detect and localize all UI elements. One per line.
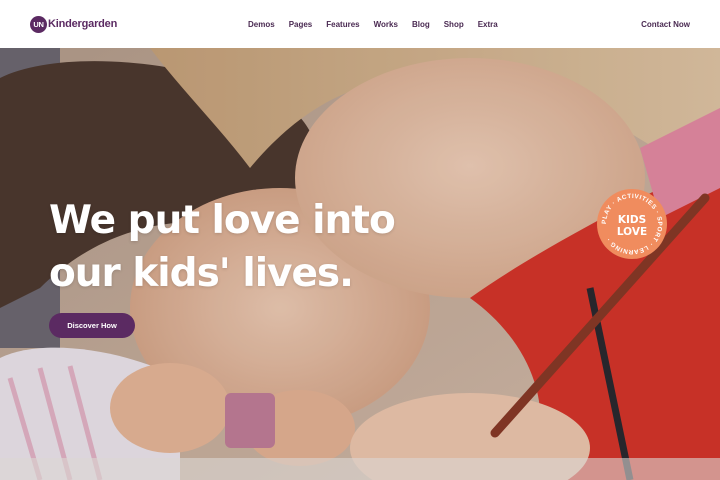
hero-section: We put love into our kids' lives. Discov… xyxy=(0,48,720,480)
site-logo[interactable]: UN Kindergarden xyxy=(30,15,118,33)
page: UN Kindergarden Demos Pages Features Wor… xyxy=(0,0,720,480)
discover-how-button[interactable]: Discover How xyxy=(49,313,135,338)
hero-title: We put love into our kids' lives. xyxy=(49,194,396,300)
logo-badge: UN xyxy=(30,15,47,33)
sticker-line-1: KIDS xyxy=(618,214,646,226)
nav-item-blog[interactable]: Blog xyxy=(412,20,430,29)
nav-item-features[interactable]: Features xyxy=(326,20,359,29)
hero-title-line-2: our kids' lives. xyxy=(49,251,354,296)
site-header: UN Kindergarden Demos Pages Features Wor… xyxy=(0,0,720,48)
nav-item-pages[interactable]: Pages xyxy=(289,20,313,29)
nav-item-demos[interactable]: Demos xyxy=(248,20,275,29)
hero-title-line-1: We put love into xyxy=(49,198,396,243)
nav-item-extra[interactable]: Extra xyxy=(478,20,498,29)
nav-item-shop[interactable]: Shop xyxy=(444,20,464,29)
sticker-line-2: LOVE xyxy=(617,226,647,238)
contact-now-link[interactable]: Contact Now xyxy=(641,0,690,48)
nav-item-works[interactable]: Works xyxy=(374,20,398,29)
main-nav: Demos Pages Features Works Blog Shop Ext… xyxy=(248,0,512,48)
kids-love-sticker: PLAY · ACTIVITIES · SPORT · LEARNING · K… xyxy=(597,189,667,259)
logo-text: Kindergarden xyxy=(48,18,118,30)
